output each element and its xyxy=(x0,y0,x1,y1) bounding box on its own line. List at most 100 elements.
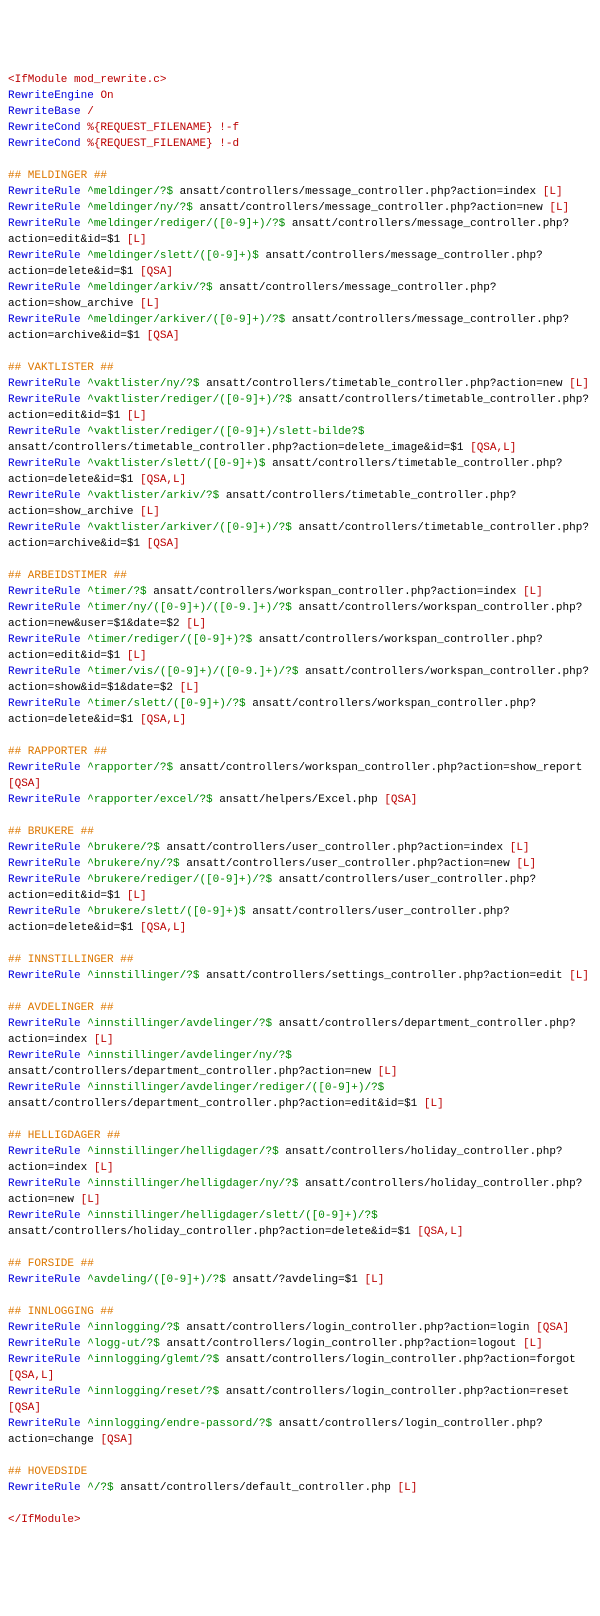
rewrite-rule: RewriteRule xyxy=(8,1386,81,1398)
rule-flags: [L] xyxy=(424,1098,444,1110)
rewrite-rule: RewriteRule xyxy=(8,1210,81,1222)
rule-flags: [L] xyxy=(186,618,206,630)
rule-flags: [QSA] xyxy=(147,538,180,550)
rewrite-rule: RewriteRule xyxy=(8,666,81,678)
comment: ## VAKTLISTER ## xyxy=(8,362,114,374)
rule-target: ansatt/controllers/holiday_controller.ph… xyxy=(8,1226,411,1238)
rule-target: ansatt/controllers/workspan_controller.p… xyxy=(180,762,583,774)
rule-pattern: ^innstillinger/helligdager/ny/?$ xyxy=(87,1178,298,1190)
comment: ## BRUKERE ## xyxy=(8,826,94,838)
rewrite-rule: RewriteRule xyxy=(8,1082,81,1094)
rule-pattern: ^meldinger/arkiver/([0-9]+)/?$ xyxy=(87,314,285,326)
rule-pattern: ^innstillinger/helligdager/slett/([0-9]+… xyxy=(87,1210,377,1222)
rule-flags: [L] xyxy=(549,202,569,214)
rewrite-rule: RewriteRule xyxy=(8,218,81,230)
rewrite-rule: RewriteRule xyxy=(8,394,81,406)
rewrite-rule: RewriteRule xyxy=(8,1146,81,1158)
comment: ## HOVEDSIDE xyxy=(8,1466,87,1478)
rule-pattern: ^innstillinger/?$ xyxy=(87,970,199,982)
rewrite-rule: RewriteRule xyxy=(8,858,81,870)
rule-pattern: ^meldinger/?$ xyxy=(87,186,173,198)
rule-pattern: ^innlogging/endre-passord/?$ xyxy=(87,1418,272,1430)
rule-target: ansatt/controllers/timetable_controller.… xyxy=(8,442,463,454)
rule-target: ansatt/controllers/login_controller.php?… xyxy=(226,1386,569,1398)
rule-flags: [L] xyxy=(569,970,589,982)
rewrite-rule: RewriteRule xyxy=(8,314,81,326)
rule-pattern: ^vaktlister/arkiver/([0-9]+)/?$ xyxy=(87,522,292,534)
rule-pattern: ^rapporter/excel/?$ xyxy=(87,794,212,806)
rewrite-rule: RewriteRule xyxy=(8,1338,81,1350)
rule-target: ansatt/helpers/Excel.php xyxy=(219,794,377,806)
rule-flags: [L] xyxy=(523,586,543,598)
rule-flags: [L] xyxy=(516,858,536,870)
rewrite-rule: RewriteRule xyxy=(8,842,81,854)
rewrite-rule: RewriteRule xyxy=(8,1050,81,1062)
comment: ## AVDELINGER ## xyxy=(8,1002,114,1014)
comment: ## INNLOGGING ## xyxy=(8,1306,114,1318)
rule-pattern: ^timer/?$ xyxy=(87,586,146,598)
rule-flags: [L] xyxy=(140,506,160,518)
rule-flags: [QSA] xyxy=(536,1322,569,1334)
ifmodule-tag: </IfModule> xyxy=(8,1514,81,1526)
directive: RewriteCond xyxy=(8,138,81,150)
rule-pattern: ^rapporter/?$ xyxy=(87,762,173,774)
rule-flags: [L] xyxy=(127,890,147,902)
rule-pattern: ^brukere/?$ xyxy=(87,842,160,854)
rule-pattern: ^innstillinger/avdelinger/rediger/([0-9]… xyxy=(87,1082,384,1094)
directive: RewriteEngine xyxy=(8,90,94,102)
rule-flags: [L] xyxy=(127,410,147,422)
rewrite-rule: RewriteRule xyxy=(8,250,81,262)
rule-flags: [QSA,L] xyxy=(417,1226,463,1238)
rule-flags: [QSA] xyxy=(8,1402,41,1414)
comment: ## HELLIGDAGER ## xyxy=(8,1130,120,1142)
rule-flags: [L] xyxy=(81,1194,101,1206)
comment: ## ARBEIDSTIMER ## xyxy=(8,570,127,582)
rule-flags: [QSA,L] xyxy=(140,922,186,934)
rewrite-rule: RewriteRule xyxy=(8,1418,81,1430)
rule-target: ansatt/controllers/workspan_controller.p… xyxy=(153,586,516,598)
rule-target: ansatt/controllers/user_controller.php?a… xyxy=(8,906,510,934)
rewrite-rule: RewriteRule xyxy=(8,602,81,614)
rule-pattern: ^avdeling/([0-9]+)/?$ xyxy=(87,1274,226,1286)
code-block: <IfModule mod_rewrite.c> RewriteEngine O… xyxy=(8,72,592,1528)
rule-pattern: ^timer/vis/([0-9]+)/([0-9.]+)/?$ xyxy=(87,666,298,678)
rule-pattern: ^vaktlister/ny/?$ xyxy=(87,378,199,390)
rule-target: ansatt/controllers/login_controller.php?… xyxy=(166,1338,516,1350)
rule-target: ansatt/?avdeling=$1 xyxy=(232,1274,357,1286)
rule-pattern: ^innlogging/?$ xyxy=(87,1322,179,1334)
rule-pattern: ^meldinger/arkiv/?$ xyxy=(87,282,212,294)
rewrite-rule: RewriteRule xyxy=(8,202,81,214)
rule-pattern: ^meldinger/rediger/([0-9]+)/?$ xyxy=(87,218,285,230)
rule-flags: [L] xyxy=(140,298,160,310)
rule-pattern: ^timer/rediger/([0-9]+)?$ xyxy=(87,634,252,646)
rule-pattern: ^innstillinger/helligdager/?$ xyxy=(87,1146,278,1158)
rule-flags: [QSA] xyxy=(384,794,417,806)
rewrite-rule: RewriteRule xyxy=(8,634,81,646)
rule-target: ansatt/controllers/user_controller.php?a… xyxy=(186,858,509,870)
rule-pattern: ^logg-ut/?$ xyxy=(87,1338,160,1350)
rule-pattern: ^timer/slett/([0-9]+)/?$ xyxy=(87,698,245,710)
comment: ## MELDINGER ## xyxy=(8,170,107,182)
rewrite-rule: RewriteRule xyxy=(8,522,81,534)
rewrite-rule: RewriteRule xyxy=(8,970,81,982)
rule-pattern: ^innstillinger/avdelinger/ny/?$ xyxy=(87,1050,292,1062)
rule-pattern: ^innlogging/glemt/?$ xyxy=(87,1354,219,1366)
directive-arg: %{REQUEST_FILENAME} !-f xyxy=(87,122,239,134)
rule-pattern: ^meldinger/ny/?$ xyxy=(87,202,193,214)
rewrite-rule: RewriteRule xyxy=(8,282,81,294)
ifmodule-tag: <IfModule mod_rewrite.c> xyxy=(8,74,166,86)
rewrite-rule: RewriteRule xyxy=(8,1482,81,1494)
rule-flags: [QSA,L] xyxy=(8,1370,54,1382)
rewrite-rule: RewriteRule xyxy=(8,490,81,502)
directive-arg: / xyxy=(87,106,94,118)
rewrite-rule: RewriteRule xyxy=(8,698,81,710)
rewrite-rule: RewriteRule xyxy=(8,458,81,470)
comment: ## INNSTILLINGER ## xyxy=(8,954,133,966)
rule-target: ansatt/controllers/message_controller.ph… xyxy=(199,202,542,214)
rule-flags: [L] xyxy=(543,186,563,198)
rule-target: ansatt/controllers/settings_controller.p… xyxy=(206,970,562,982)
directive-arg: On xyxy=(100,90,113,102)
rule-flags: [L] xyxy=(94,1034,114,1046)
rule-pattern: ^innlogging/reset/?$ xyxy=(87,1386,219,1398)
rule-target: ansatt/controllers/user_controller.php?a… xyxy=(166,842,503,854)
